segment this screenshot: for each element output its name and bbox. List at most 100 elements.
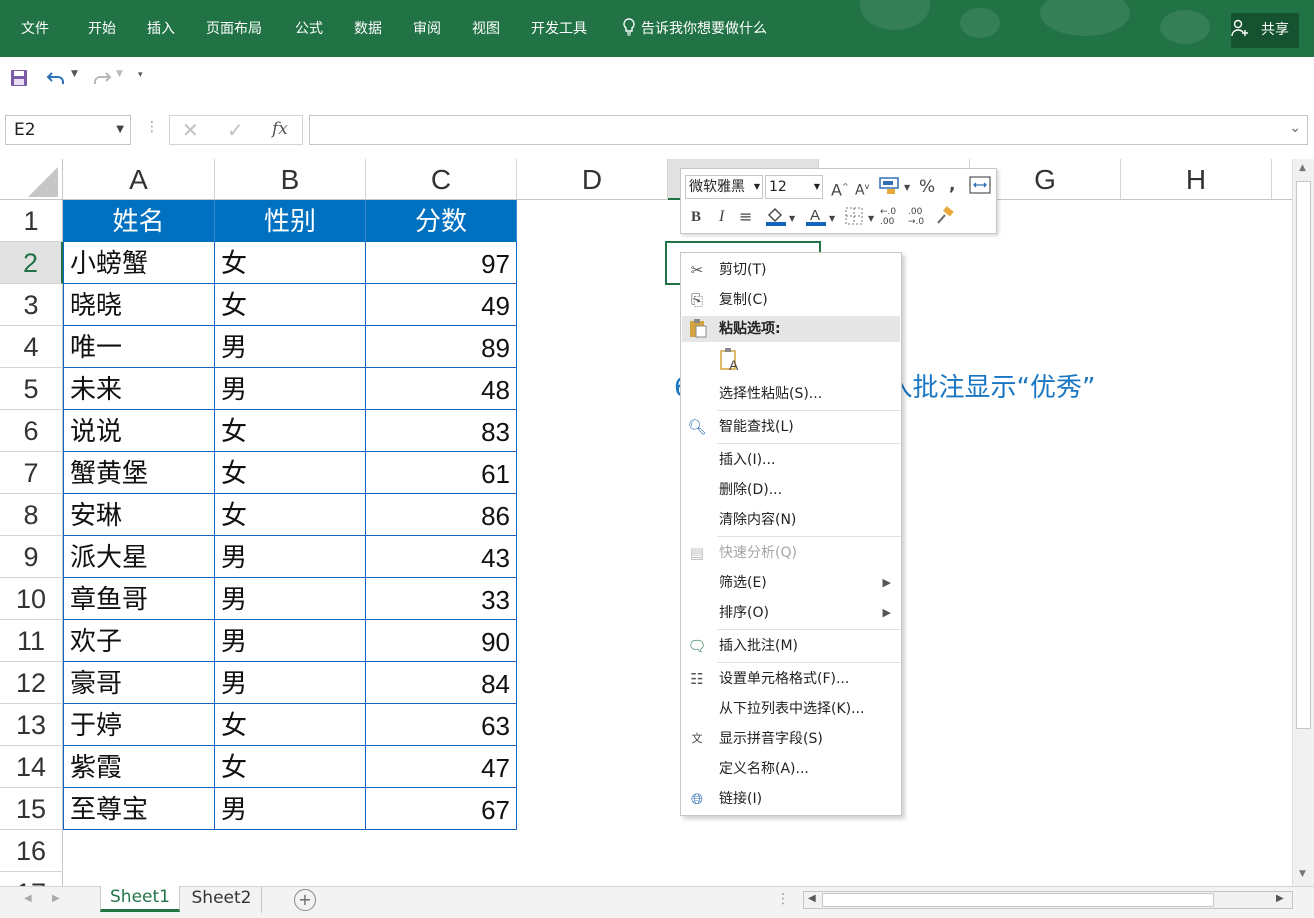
menu-item-sort[interactable]: 排序(O) ▶ — [681, 598, 901, 628]
customize-qat-icon[interactable]: ▾ — [138, 70, 143, 80]
table-cell-score[interactable]: 97 — [366, 242, 517, 284]
tell-me-search[interactable]: 告诉我你想要做什么 — [641, 0, 767, 57]
table-cell-score[interactable]: 84 — [366, 662, 517, 704]
align-center-icon[interactable]: ≡ — [739, 207, 752, 227]
paste-keep-text-icon[interactable]: A — [717, 345, 745, 375]
table-cell-gender[interactable]: 女 — [215, 242, 366, 284]
tab-insert[interactable]: 插入 — [147, 0, 175, 57]
table-cell-score[interactable]: 48 — [366, 368, 517, 410]
table-cell-gender[interactable]: 女 — [215, 494, 366, 536]
increase-decimal-icon[interactable]: ←.0.00 — [880, 207, 896, 227]
redo-icon[interactable] — [90, 69, 112, 91]
menu-item-insert[interactable]: 插入(I)... — [681, 445, 901, 475]
column-header-h[interactable]: H — [1121, 159, 1272, 200]
row-header-7[interactable]: 7 — [0, 452, 63, 494]
font-size-dropdown-icon[interactable]: ▼ — [814, 176, 820, 198]
comma-style-icon[interactable]: , — [949, 175, 955, 195]
insert-function-button[interactable]: fx — [272, 119, 288, 139]
table-cell-gender[interactable]: 女 — [215, 452, 366, 494]
menu-item-link[interactable]: 🌐︎ 链接(I) — [681, 784, 901, 814]
table-cell-gender[interactable]: 女 — [215, 746, 366, 788]
fill-color-icon[interactable] — [765, 205, 787, 232]
table-cell-name[interactable]: 至尊宝 — [63, 788, 215, 830]
table-cell-gender[interactable]: 男 — [215, 326, 366, 368]
table-cell-name[interactable]: 晓晓 — [63, 284, 215, 326]
table-header-score[interactable]: 分数 — [366, 200, 517, 242]
row-header-9[interactable]: 9 — [0, 536, 63, 578]
tab-developer[interactable]: 开发工具 — [531, 0, 587, 57]
table-cell-name[interactable]: 于婷 — [63, 704, 215, 746]
row-header-3[interactable]: 3 — [0, 284, 63, 326]
table-cell-gender[interactable]: 男 — [215, 662, 366, 704]
merge-center-icon[interactable] — [969, 175, 991, 200]
row-header-1[interactable]: 1 — [0, 200, 63, 242]
menu-item-paste-special[interactable]: 选择性粘贴(S)... — [681, 379, 901, 409]
tab-page-layout[interactable]: 页面布局 — [206, 0, 262, 57]
redo-dropdown-icon[interactable]: ▼ — [116, 69, 123, 79]
table-cell-score[interactable]: 89 — [366, 326, 517, 368]
table-cell-name[interactable]: 说说 — [63, 410, 215, 452]
borders-dropdown-icon[interactable]: ▼ — [868, 209, 874, 229]
font-color-dropdown-icon[interactable]: ▼ — [829, 209, 835, 229]
table-cell-name[interactable]: 蟹黄堡 — [63, 452, 215, 494]
vertical-scrollbar[interactable]: ▲ ▼ — [1292, 159, 1314, 886]
table-cell-name[interactable]: 豪哥 — [63, 662, 215, 704]
add-sheet-icon[interactable]: + — [294, 889, 316, 911]
table-cell-name[interactable]: 小螃蟹 — [63, 242, 215, 284]
table-cell-name[interactable]: 安琳 — [63, 494, 215, 536]
tab-home[interactable]: 开始 — [88, 0, 116, 57]
enter-icon[interactable]: ✓ — [227, 118, 244, 142]
scroll-right-icon[interactable]: ▶ — [1276, 893, 1284, 904]
row-header-14[interactable]: 14 — [0, 746, 63, 788]
bold-icon[interactable]: B — [691, 207, 701, 227]
table-cell-score[interactable]: 86 — [366, 494, 517, 536]
tab-file[interactable]: 文件 — [21, 0, 49, 57]
select-all-button[interactable] — [0, 159, 63, 200]
table-cell-name[interactable]: 欢子 — [63, 620, 215, 662]
decrease-font-size-icon[interactable]: Av — [855, 177, 869, 201]
row-header-11[interactable]: 11 — [0, 620, 63, 662]
next-sheet-icon[interactable]: ▶ — [52, 893, 60, 904]
table-cell-gender[interactable]: 女 — [215, 410, 366, 452]
font-name-dropdown-icon[interactable]: ▼ — [754, 176, 760, 198]
table-cell-name[interactable]: 派大星 — [63, 536, 215, 578]
menu-item-cut[interactable]: ✂ 剪切(T) — [681, 255, 901, 285]
font-name-box[interactable]: 微软雅黑 ▼ — [685, 175, 763, 199]
column-header-b[interactable]: B — [215, 159, 366, 200]
undo-icon[interactable] — [46, 69, 68, 91]
table-cell-score[interactable]: 63 — [366, 704, 517, 746]
menu-item-delete[interactable]: 删除(D)... — [681, 475, 901, 505]
menu-item-pick-from-list[interactable]: 从下拉列表中选择(K)... — [681, 694, 901, 724]
table-cell-gender[interactable]: 男 — [215, 536, 366, 578]
table-cell-score[interactable]: 49 — [366, 284, 517, 326]
fill-color-dropdown-icon[interactable]: ▼ — [789, 209, 795, 229]
undo-dropdown-icon[interactable]: ▼ — [71, 69, 78, 79]
italic-icon[interactable]: I — [719, 207, 724, 227]
table-cell-name[interactable]: 章鱼哥 — [63, 578, 215, 620]
menu-item-quick-analysis[interactable]: ▤ 快速分析(Q) — [681, 538, 901, 568]
row-header-8[interactable]: 8 — [0, 494, 63, 536]
table-cell-gender[interactable]: 女 — [215, 704, 366, 746]
table-cell-name[interactable]: 紫霞 — [63, 746, 215, 788]
increase-font-size-icon[interactable]: A^ — [831, 177, 849, 200]
row-header-10[interactable]: 10 — [0, 578, 63, 620]
row-header-15[interactable]: 15 — [0, 788, 63, 830]
menu-item-insert-comment[interactable]: 🗨︎ 插入批注(M) — [681, 631, 901, 661]
formula-input[interactable]: ⌄ — [309, 115, 1308, 145]
row-header-2[interactable]: 2 — [0, 242, 63, 284]
row-header-6[interactable]: 6 — [0, 410, 63, 452]
name-box[interactable]: E2 ▼ — [5, 115, 131, 145]
table-cell-gender[interactable]: 男 — [215, 620, 366, 662]
expand-formula-icon[interactable]: ⌄ — [1289, 120, 1301, 136]
split-handle-icon[interactable]: ⋮ — [776, 891, 790, 907]
cell-styles-icon[interactable] — [879, 175, 901, 200]
horizontal-scrollbar[interactable]: ◀ ▶ — [803, 891, 1293, 909]
vertical-scroll-thumb[interactable] — [1296, 181, 1311, 729]
row-header-17[interactable]: 17 — [0, 872, 63, 886]
cancel-icon[interactable]: ✕ — [182, 118, 199, 142]
sheet-tab-sheet2[interactable]: Sheet2 — [182, 887, 262, 913]
column-header-d[interactable]: D — [517, 159, 668, 200]
percent-style-icon[interactable]: % — [919, 177, 935, 197]
row-header-4[interactable]: 4 — [0, 326, 63, 368]
table-cell-score[interactable]: 83 — [366, 410, 517, 452]
